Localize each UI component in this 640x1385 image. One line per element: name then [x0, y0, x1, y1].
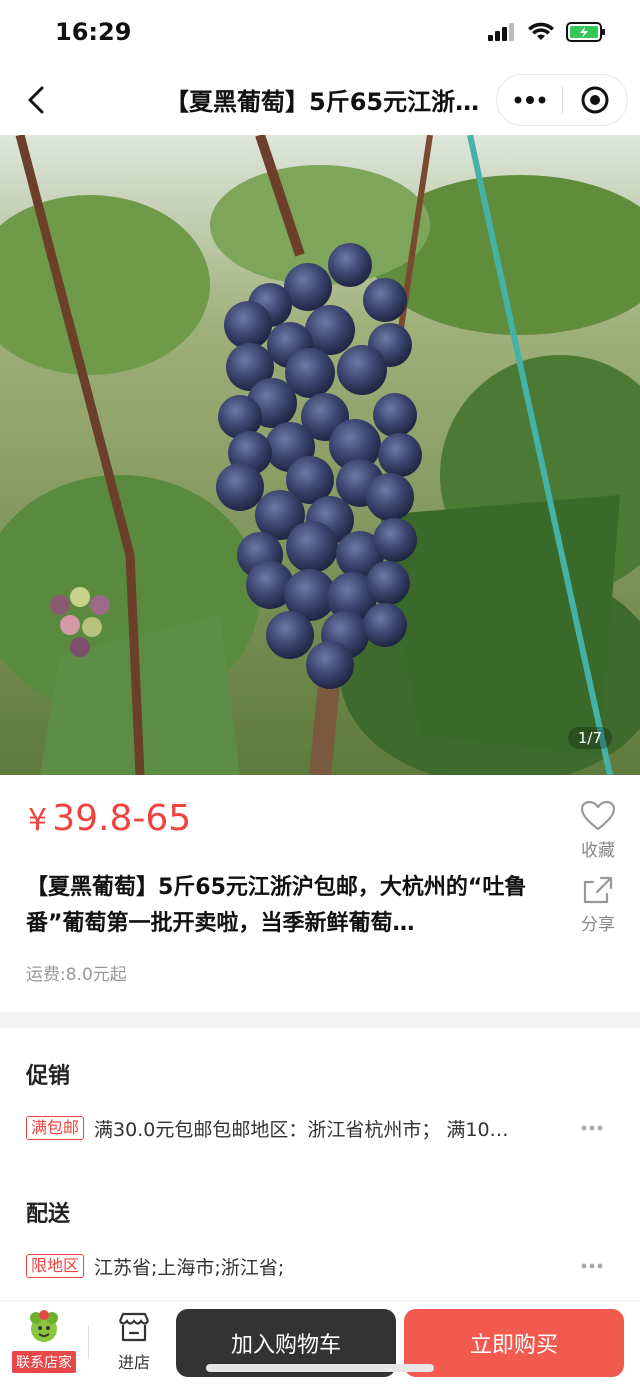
- promotion-tag: 满包邮: [26, 1116, 85, 1140]
- more-dots-icon: [514, 96, 545, 104]
- status-time: 16:29: [55, 18, 132, 46]
- section-divider: [0, 1012, 640, 1028]
- signal-icon: [488, 23, 516, 45]
- store-icon: [106, 1309, 162, 1345]
- delivery-tag: 限地区: [26, 1254, 85, 1278]
- battery-icon: [566, 22, 606, 46]
- contact-store-button[interactable]: 联系店家: [10, 1309, 78, 1377]
- price: ¥ 39.8-65: [28, 798, 191, 839]
- store-logo-icon: [24, 1309, 64, 1345]
- favorite-label: 收藏: [581, 841, 615, 861]
- home-indicator: [206, 1364, 434, 1372]
- photo-counter: 1/7: [567, 727, 612, 749]
- mini-program-capsule: [496, 74, 628, 126]
- close-button[interactable]: [563, 75, 627, 125]
- promotion-section-title: 促销: [26, 1064, 71, 1089]
- status-bar: 16:29: [0, 0, 640, 68]
- bottom-action-bar: 联系店家 进店 加入购物车 立即购买: [0, 1300, 640, 1385]
- product-photo[interactable]: 1/7: [0, 135, 640, 775]
- shipping-fee: 运费:8.0元起: [26, 965, 127, 985]
- heart-icon: [568, 798, 628, 834]
- grape-photo-image: [0, 135, 640, 775]
- enter-store-label: 进店: [117, 1353, 150, 1372]
- wifi-icon: [528, 22, 554, 46]
- share-button[interactable]: 分享: [568, 872, 628, 935]
- delivery-row[interactable]: 限地区 江苏省;上海市;浙江省;: [26, 1248, 616, 1284]
- ellipsis-icon[interactable]: [580, 1256, 604, 1276]
- promotion-row[interactable]: 满包邮 满30.0元包邮包邮地区：浙江省杭州市； 满10…: [26, 1110, 616, 1146]
- price-value: 39.8-65: [52, 798, 192, 839]
- nav-bar: 【夏黑葡萄】5斤65元江浙沪包邮，大杭州的“吐鲁番”葡萄第一批开卖啦，当季新鲜葡…: [0, 68, 640, 134]
- delivery-section-title: 配送: [26, 1202, 71, 1227]
- product-title: 【夏黑葡萄】5斤65元江浙沪包邮，大杭州的“吐鲁番”葡萄第一批开卖啦，当季新鲜葡…: [26, 875, 527, 936]
- enter-store-button[interactable]: 进店: [106, 1309, 162, 1373]
- chevron-left-icon: [28, 86, 44, 114]
- share-icon: [568, 872, 628, 908]
- favorite-button[interactable]: 收藏: [568, 798, 628, 861]
- buy-now-button[interactable]: 立即购买: [404, 1309, 624, 1377]
- back-button[interactable]: [16, 80, 56, 120]
- more-button[interactable]: [497, 75, 562, 125]
- share-label: 分享: [581, 915, 615, 935]
- status-icons: [488, 22, 606, 46]
- promotion-text: 满30.0元包邮包邮地区：浙江省杭州市； 满10…: [94, 1118, 509, 1141]
- price-symbol: ¥: [28, 803, 48, 838]
- contact-store-label: 联系店家: [12, 1351, 76, 1373]
- bottom-divider: [88, 1325, 89, 1359]
- ellipsis-icon[interactable]: [580, 1118, 604, 1138]
- delivery-text: 江苏省;上海市;浙江省;: [94, 1256, 285, 1279]
- nav-title: 【夏黑葡萄】5斤65元江浙沪包邮，大杭州的“吐鲁番”葡萄第一批开卖啦，当季新鲜葡…: [165, 88, 490, 116]
- target-close-icon: [581, 86, 609, 114]
